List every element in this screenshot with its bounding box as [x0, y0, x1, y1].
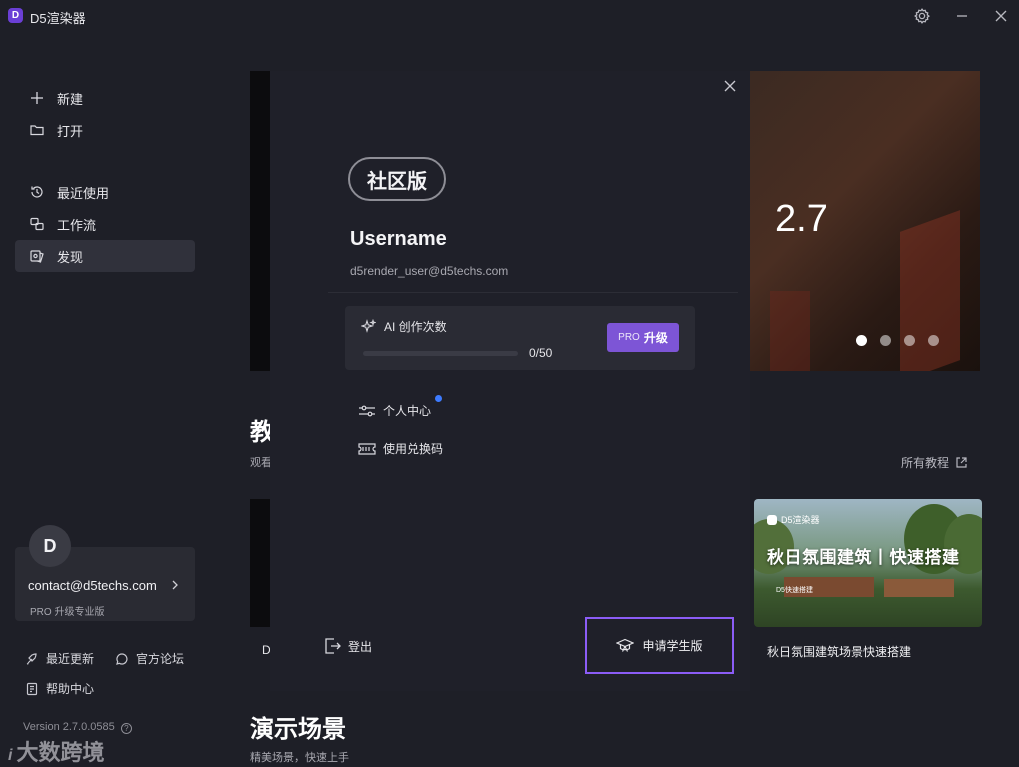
all-tutorials-label: 所有教程: [901, 456, 950, 470]
recent-updates-link[interactable]: 最近更新: [25, 650, 94, 667]
history-icon: [29, 184, 45, 200]
brand-logo-icon: [767, 514, 777, 525]
sidebar-item-label: 工作流: [57, 217, 97, 233]
upgrade-label: 升级: [643, 331, 668, 345]
watermark: i 大数跨境: [8, 740, 105, 765]
ai-credits-progress-track: [363, 351, 518, 356]
sidebar-item-label: 新建: [57, 91, 84, 107]
sidebar-item-open[interactable]: 打开: [15, 114, 195, 146]
settings-gear-icon[interactable]: [912, 6, 932, 26]
discover-icon: [29, 248, 45, 264]
app-logo-icon: D: [8, 8, 23, 23]
banner-version: 2.7: [775, 198, 828, 240]
chat-bubble-icon: [115, 652, 129, 666]
ai-credits-text: AI 创作次数: [384, 320, 447, 334]
profile-center-item[interactable]: 个人中心: [358, 402, 431, 419]
tutorial-card-left[interactable]: [250, 499, 270, 627]
sidebar-item-new[interactable]: 新建: [15, 82, 195, 114]
redeem-code-label: 使用兑换码: [383, 442, 444, 456]
close-icon[interactable]: [723, 79, 737, 93]
version-label: Version 2.7.0.0585 ?: [23, 721, 132, 734]
logout-label: 登出: [348, 639, 373, 654]
demo-scenes-subtitle: 精美场景，快速上手: [250, 752, 349, 764]
notification-dot: [435, 395, 442, 402]
carousel-dot[interactable]: [856, 335, 867, 346]
user-email[interactable]: contact@d5techs.com: [28, 578, 157, 593]
app-title: D5渲染器: [30, 11, 86, 26]
close-window-icon[interactable]: [991, 6, 1011, 26]
panel-username: Username: [350, 228, 447, 250]
tutorial-brand-text: D5渲染器: [781, 515, 820, 525]
graduation-cap-icon: [616, 637, 635, 655]
help-center-link[interactable]: 帮助中心: [25, 680, 94, 697]
all-tutorials-link[interactable]: 所有教程: [901, 454, 968, 471]
chevron-right-icon[interactable]: [170, 579, 180, 591]
tutorial-overlay-title: 秋日氛围建筑丨快速搭建: [767, 548, 960, 567]
plus-icon: [29, 90, 45, 106]
tutorials-subtitle: 观看: [250, 457, 272, 469]
tutorial-tag: D5快速搭建: [776, 587, 813, 594]
minimize-icon[interactable]: [952, 6, 972, 26]
tutorial-thumbnail[interactable]: D5渲染器 秋日氛围建筑丨快速搭建 D5快速搭建: [754, 499, 982, 627]
tutorial-brand: D5渲染器: [767, 513, 820, 526]
ai-credits-count: 0/50: [529, 346, 553, 360]
title-bar: D D5渲染器: [0, 0, 1019, 32]
user-panel: [270, 71, 750, 691]
tutorial-caption[interactable]: 秋日氛围建筑场景快速搭建: [767, 643, 911, 660]
avatar[interactable]: D: [29, 525, 71, 567]
sidebar-item-label: 发现: [57, 249, 84, 265]
sparkle-icon: [361, 319, 376, 334]
workflow-icon: [29, 216, 45, 232]
divider: [328, 292, 738, 293]
sidebar-item-discover[interactable]: 发现: [15, 240, 195, 272]
pro-tag: PRO: [618, 332, 640, 343]
sidebar-item-recent[interactable]: 最近使用: [15, 176, 195, 208]
redeem-code-item[interactable]: 使用兑换码: [358, 440, 443, 457]
ai-credits-label: AI 创作次数: [361, 318, 447, 335]
official-forum-link[interactable]: 官方论坛: [115, 650, 184, 667]
recent-updates-label: 最近更新: [46, 652, 95, 666]
logout-icon: [322, 636, 342, 656]
apply-student-edition-label: 申请学生版: [642, 639, 703, 653]
watermark-text: 大数跨境: [16, 740, 105, 765]
profile-center-label: 个人中心: [383, 404, 432, 418]
carousel-dot[interactable]: [880, 335, 891, 346]
rocket-icon: [25, 652, 39, 666]
version-text: Version 2.7.0.0585: [23, 721, 115, 733]
sidebar-item-label: 打开: [57, 123, 84, 139]
help-center-label: 帮助中心: [46, 682, 95, 696]
sidebar-item-label: 最近使用: [57, 185, 110, 201]
logout-button[interactable]: 登出: [322, 636, 372, 656]
carousel-dot[interactable]: [904, 335, 915, 346]
ticket-icon: [358, 442, 376, 456]
official-forum-label: 官方论坛: [136, 652, 185, 666]
carousel-dot[interactable]: [928, 335, 939, 346]
pro-upgrade-hint[interactable]: PRO 升级专业版: [30, 603, 104, 618]
folder-icon: [29, 122, 45, 138]
panel-email: d5render_user@d5techs.com: [350, 264, 509, 278]
demo-scenes-title: 演示场景: [250, 716, 346, 743]
info-circle-icon[interactable]: ?: [120, 723, 132, 734]
sidebar-item-workflow[interactable]: 工作流: [15, 208, 195, 240]
apply-student-edition-button[interactable]: 申请学生版: [585, 617, 734, 674]
edition-badge: 社区版: [348, 157, 446, 201]
sliders-icon: [358, 404, 376, 418]
upgrade-button[interactable]: PRO 升级: [607, 323, 679, 352]
banner-left-slide[interactable]: [250, 71, 270, 371]
external-link-icon: [955, 456, 968, 469]
help-book-icon: [25, 682, 39, 696]
